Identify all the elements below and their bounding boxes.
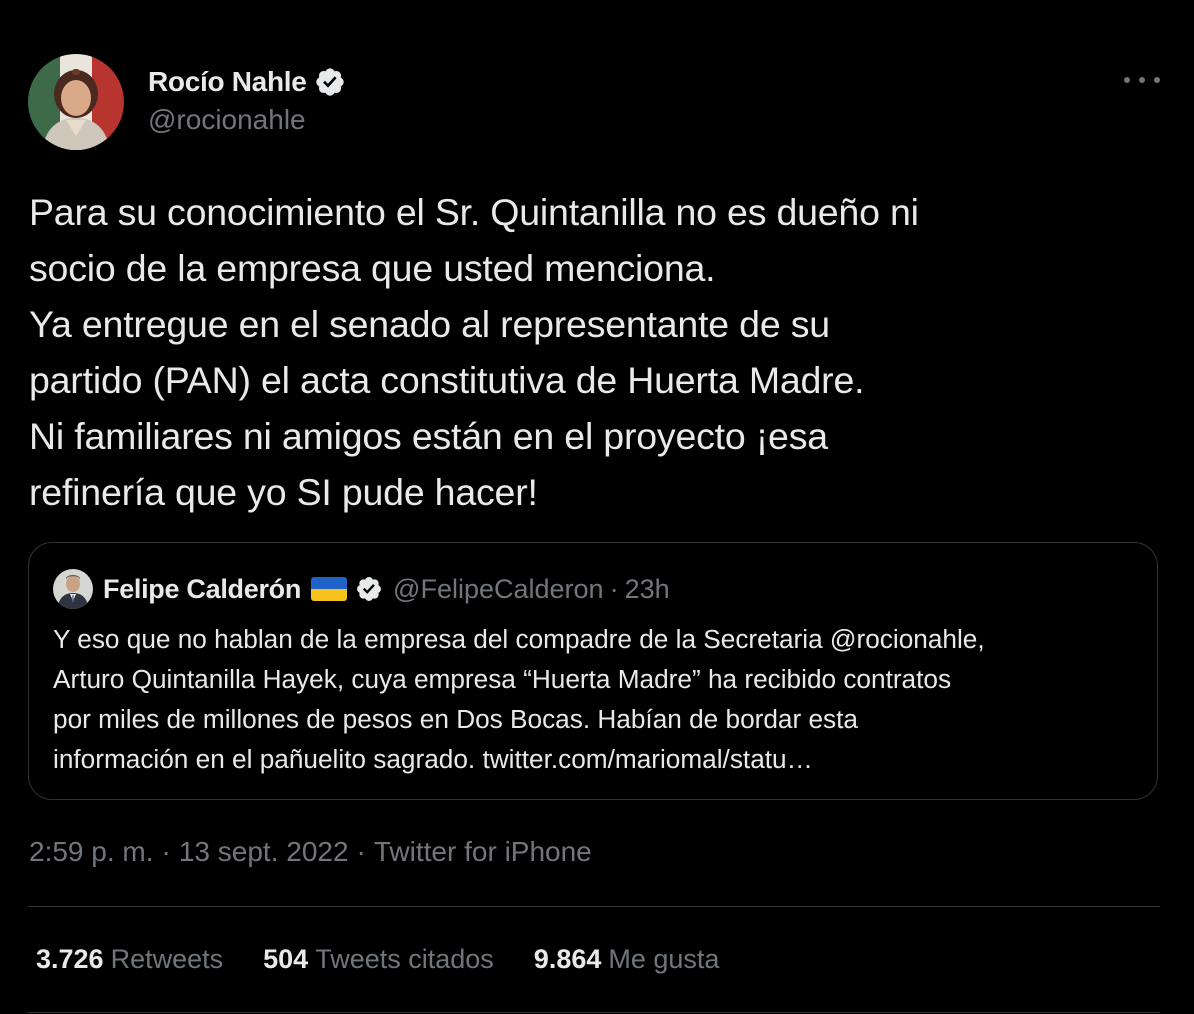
divider <box>28 906 1160 907</box>
more-dot <box>1139 77 1145 83</box>
divider <box>28 1012 1160 1013</box>
quoted-tweet[interactable]: Felipe Calderón @FelipeCalderon · 23h Y … <box>28 542 1158 800</box>
tweet-text: Para su conocimiento el Sr. Quintanilla … <box>29 191 919 513</box>
tweet-time[interactable]: 2:59 p. m. <box>29 836 154 867</box>
tweet-stats: 3.726 Retweets 504 Tweets citados 9.864 Me … <box>36 944 759 975</box>
quoted-author-avatar[interactable] <box>53 569 93 609</box>
quoted-handle[interactable]: @FelipeCalderon <box>393 574 604 605</box>
tweet-detail: Rocío Nahle @rocionahle Para su conocimi… <box>0 0 1194 1014</box>
ukraine-flag-icon <box>311 577 348 601</box>
retweets-stat[interactable]: 3.726 Retweets <box>36 944 223 975</box>
quoted-time[interactable]: 23h <box>625 574 670 605</box>
quotes-count: 504 <box>263 944 309 974</box>
quoted-profile-photo <box>53 569 93 609</box>
retweets-count: 3.726 <box>36 944 104 974</box>
retweets-label: Retweets <box>110 944 224 974</box>
tweet-date[interactable]: 13 sept. 2022 <box>179 836 349 867</box>
tweet-source[interactable]: Twitter for iPhone <box>374 836 592 867</box>
quoted-display-name[interactable]: Felipe Calderón <box>103 574 301 605</box>
quoted-header: Felipe Calderón @FelipeCalderon · 23h <box>103 569 670 609</box>
quotes-label: Tweets citados <box>315 944 494 974</box>
quoted-verified-badge-icon <box>355 575 383 603</box>
author-name-row: Rocío Nahle <box>148 62 346 102</box>
author-avatar[interactable] <box>28 54 124 150</box>
author-display-name[interactable]: Rocío Nahle <box>148 66 307 98</box>
quote-tweets-stat[interactable]: 504 Tweets citados <box>263 944 494 975</box>
quoted-tweet-text: Y eso que no hablan de la empresa del co… <box>53 624 985 774</box>
meta-separator: · <box>356 836 366 867</box>
tweet-meta: 2:59 p. m. · 13 sept. 2022 · Twitter for iPh… <box>29 836 592 868</box>
quoted-separator: · <box>609 573 619 604</box>
likes-stat[interactable]: 9.864 Me gusta <box>534 944 720 975</box>
meta-separator: · <box>161 836 171 867</box>
likes-count: 9.864 <box>533 944 602 974</box>
profile-photo <box>28 54 124 150</box>
author-handle[interactable]: @rocionahle <box>148 104 306 136</box>
more-options-icon[interactable] <box>1124 70 1160 90</box>
more-dot <box>1124 77 1130 83</box>
likes-label: Me gusta <box>608 944 720 974</box>
verified-badge-icon <box>314 66 346 98</box>
more-dot <box>1154 77 1160 83</box>
